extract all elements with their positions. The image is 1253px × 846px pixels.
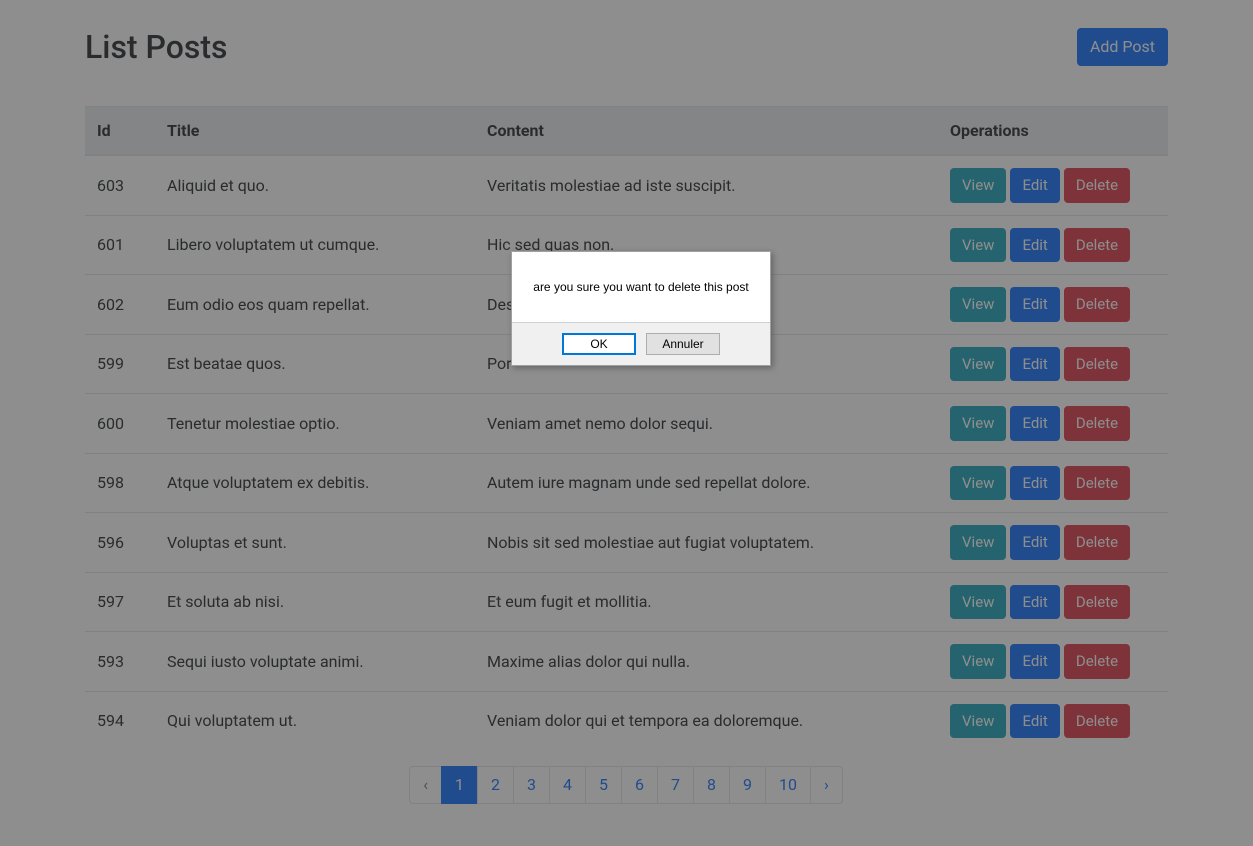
dialog-ok-button[interactable]: OK [562,333,636,355]
dialog-message: are you sure you want to delete this pos… [512,252,770,323]
dialog-button-row: OK Annuler [512,323,770,365]
modal-overlay: are you sure you want to delete this pos… [0,0,1253,846]
dialog-cancel-button[interactable]: Annuler [646,333,720,355]
confirm-dialog: are you sure you want to delete this pos… [511,251,771,366]
